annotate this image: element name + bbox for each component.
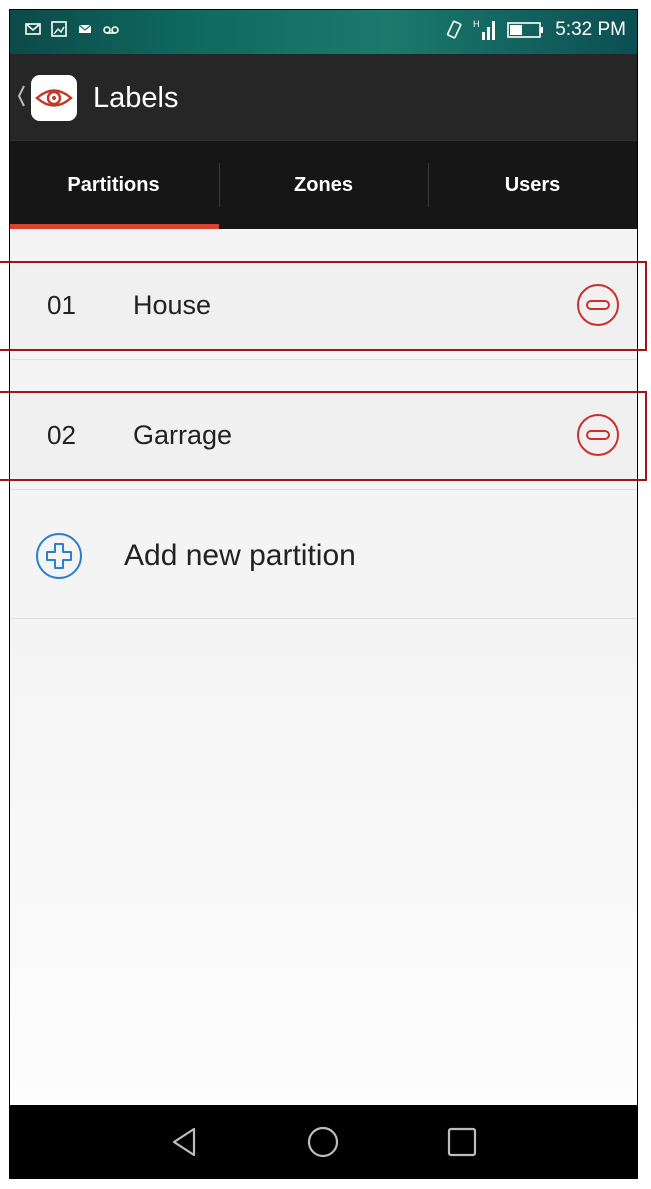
battery-icon — [507, 22, 544, 38]
partition-name[interactable]: Garrage — [133, 420, 232, 451]
chevron-left-icon[interactable] — [16, 82, 26, 110]
divider — [9, 618, 638, 619]
tab-label: Zones — [294, 173, 353, 196]
mail-icon — [25, 23, 41, 35]
divider — [9, 359, 638, 360]
notification-icons — [25, 21, 119, 37]
signal-icon: H — [473, 19, 496, 40]
add-partition-label: Add new partition — [124, 539, 356, 572]
partition-name[interactable]: House — [133, 290, 211, 321]
home-circle-icon[interactable] — [304, 1123, 342, 1161]
tab-zones[interactable]: Zones — [219, 141, 428, 229]
clock: 5:32 PM — [555, 19, 626, 40]
remove-partition-icon[interactable] — [576, 283, 620, 327]
voicemail-icon — [103, 26, 119, 34]
message-icon — [78, 24, 92, 33]
app-screen: H 5:32 PM Labels Partitions Zones Users … — [9, 9, 638, 1179]
signal-type-label: H — [473, 19, 480, 29]
image-icon — [51, 21, 67, 37]
divider — [9, 489, 638, 490]
tab-bar: Partitions Zones Users — [9, 140, 638, 229]
back-triangle-icon[interactable] — [166, 1123, 204, 1161]
tab-users[interactable]: Users — [428, 141, 637, 229]
list-item[interactable]: 02 Garrage — [9, 393, 638, 479]
status-bar: H 5:32 PM — [9, 9, 638, 54]
eye-icon — [35, 89, 73, 107]
plus-circle-icon — [36, 533, 82, 579]
selected-tab-indicator — [9, 224, 219, 229]
system-icons: H 5:32 PM — [445, 18, 626, 42]
tab-label: Partitions — [67, 173, 160, 196]
partition-number: 02 — [47, 420, 76, 450]
recents-square-icon[interactable] — [443, 1123, 481, 1161]
empty-content-area — [9, 620, 638, 1105]
tab-label: Users — [504, 173, 561, 196]
add-partition-button[interactable]: Add new partition — [9, 491, 638, 619]
partition-number: 01 — [47, 290, 76, 320]
navigation-bar — [9, 1105, 638, 1179]
app-logo[interactable] — [31, 75, 77, 121]
list-item[interactable]: 01 House — [9, 263, 638, 349]
tab-partitions[interactable]: Partitions — [9, 141, 218, 229]
remove-partition-icon[interactable] — [576, 413, 620, 457]
vibrate-icon — [447, 20, 462, 39]
page-title: Labels — [93, 82, 179, 114]
action-bar: Labels — [9, 54, 638, 140]
